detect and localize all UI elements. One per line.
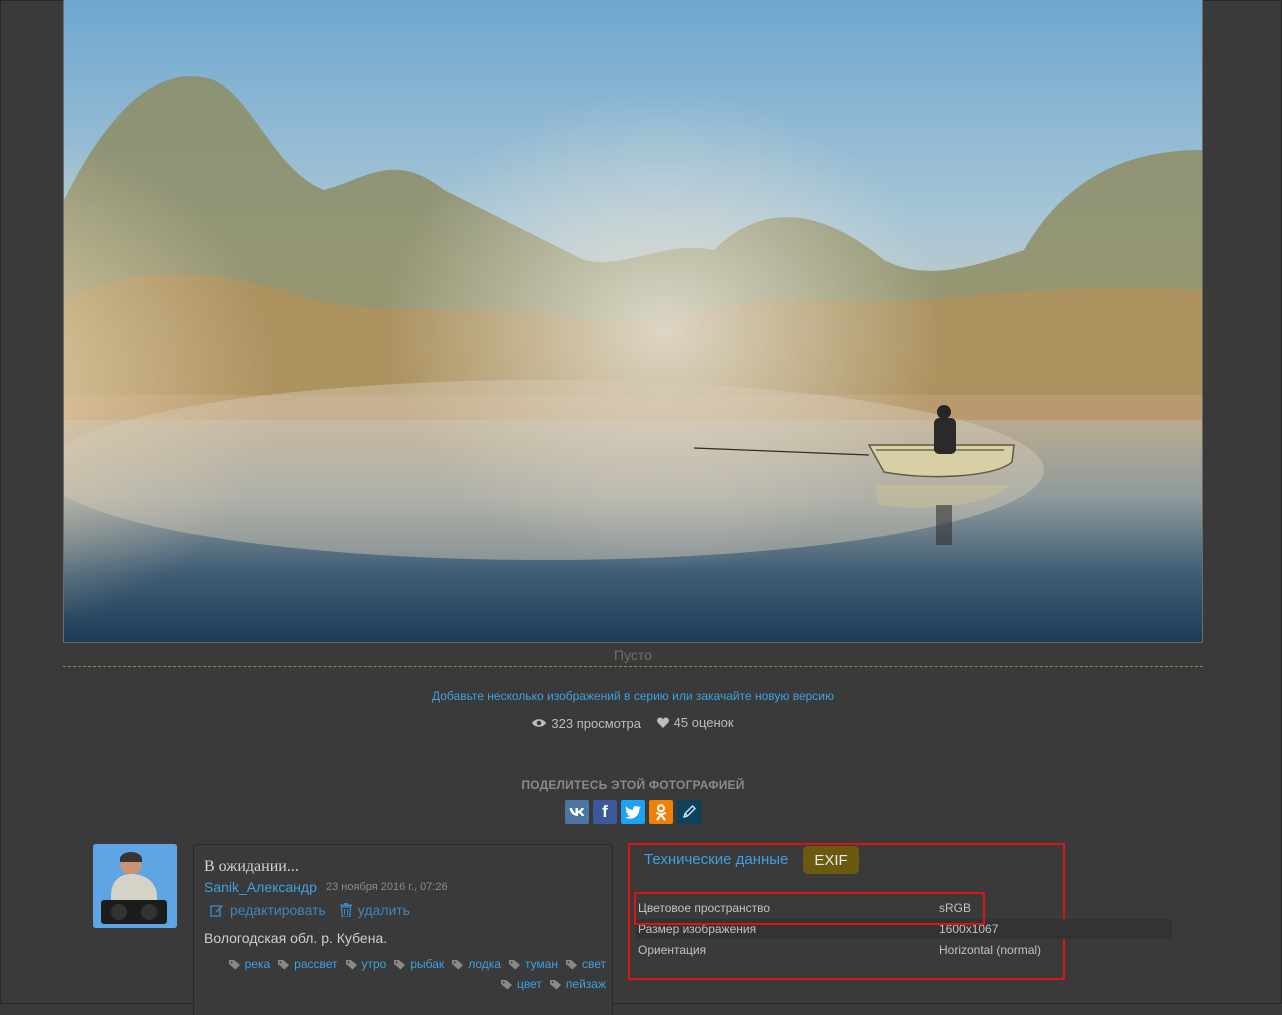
tag-link[interactable]: утро	[345, 957, 387, 971]
tag-icon	[508, 959, 520, 969]
tab-exif[interactable]: EXIF	[803, 846, 859, 874]
photo-description-card: В ожидании... Sanik_Александр 23 ноября …	[193, 844, 613, 1015]
color-space-highlight	[634, 892, 985, 925]
tab-technical-data[interactable]: Технические данные	[644, 851, 788, 868]
tag-label: рыбак	[410, 957, 445, 971]
tag-icon	[278, 959, 290, 969]
tag-link[interactable]: туман	[508, 957, 558, 971]
tag-icon	[501, 979, 513, 989]
tag-link[interactable]: лодка	[452, 957, 501, 971]
share-buttons: f	[565, 800, 701, 824]
tag-link[interactable]: цвет	[501, 977, 542, 991]
avatar-image	[93, 844, 177, 928]
tag-label: лодка	[468, 957, 501, 971]
views-count: 323 просмотра	[551, 715, 642, 731]
edit-button[interactable]: редактировать	[210, 902, 326, 918]
delete-label: удалить	[357, 902, 410, 918]
edit-label: редактировать	[230, 902, 326, 918]
tag-icon	[228, 959, 240, 969]
photo-stats: 323 просмотра 45 оценок	[63, 715, 1203, 731]
ratings-count: 45 оценок	[673, 715, 734, 730]
edit-icon	[210, 905, 223, 917]
eye-icon	[532, 719, 547, 727]
share-odnoklassniki-button[interactable]	[649, 800, 673, 824]
tag-icon	[565, 959, 577, 969]
trash-icon	[339, 903, 352, 917]
heart-icon	[656, 717, 669, 728]
share-vk-button[interactable]	[565, 800, 589, 824]
tag-label: пейзаж	[565, 977, 606, 991]
exif-key: Ориентация	[638, 943, 707, 957]
tag-icon	[549, 979, 561, 989]
tag-label: свет	[581, 957, 606, 971]
odnoklassniki-icon	[656, 803, 666, 820]
views-stat: 323 просмотра	[532, 716, 641, 731]
add-to-series-link[interactable]: Добавьте несколько изображений в серию и…	[63, 689, 1203, 703]
pencil-icon	[682, 805, 696, 819]
tag-link[interactable]: рассвет	[278, 957, 338, 971]
share-title: ПОДЕЛИТЕСЬ ЭТОЙ ФОТОГРАФИЕЙ	[521, 778, 745, 792]
facebook-icon: f	[602, 802, 608, 821]
share-twitter-button[interactable]	[621, 800, 645, 824]
exif-row-orientation: Ориентация Horizontal (normal)	[636, 940, 1172, 960]
post-actions: редактировать удалить	[210, 902, 410, 918]
photo-title: В ожидании...	[204, 858, 299, 875]
tag-link[interactable]: река	[228, 957, 271, 971]
ratings-stat: 45 оценок	[656, 715, 734, 730]
tag-icon	[394, 959, 406, 969]
tag-label: туман	[524, 957, 558, 971]
author-avatar[interactable]	[93, 844, 177, 928]
tag-icon	[452, 959, 464, 969]
twitter-icon	[625, 805, 641, 819]
tag-label: цвет	[517, 977, 542, 991]
photo-caption: Пусто	[614, 647, 652, 663]
tag-link[interactable]: рыбак	[394, 957, 444, 971]
post-date: 23 ноября 2016 г., 07:26	[326, 881, 448, 893]
photo-image	[64, 0, 1202, 642]
tag-label: утро	[361, 957, 387, 971]
share-facebook-button[interactable]: f	[593, 800, 617, 824]
tag-icon	[345, 959, 357, 969]
author-link[interactable]: Sanik_Александр	[204, 879, 317, 895]
exif-value: Horizontal (normal)	[939, 943, 1042, 957]
main-photo[interactable]	[63, 0, 1203, 643]
caption-divider	[63, 666, 1203, 667]
vk-icon	[569, 808, 585, 816]
tag-label: рассвет	[294, 957, 338, 971]
delete-button[interactable]: удалить	[339, 902, 410, 918]
share-livejournal-button[interactable]	[677, 800, 701, 824]
photo-location: Вологодская обл. р. Кубена.	[204, 930, 388, 946]
tag-link[interactable]: свет	[565, 957, 606, 971]
tag-list: река рассвет утро рыбак лодка туман свет…	[204, 957, 606, 991]
tag-link[interactable]: пейзаж	[549, 977, 606, 991]
tag-label: река	[244, 957, 271, 971]
